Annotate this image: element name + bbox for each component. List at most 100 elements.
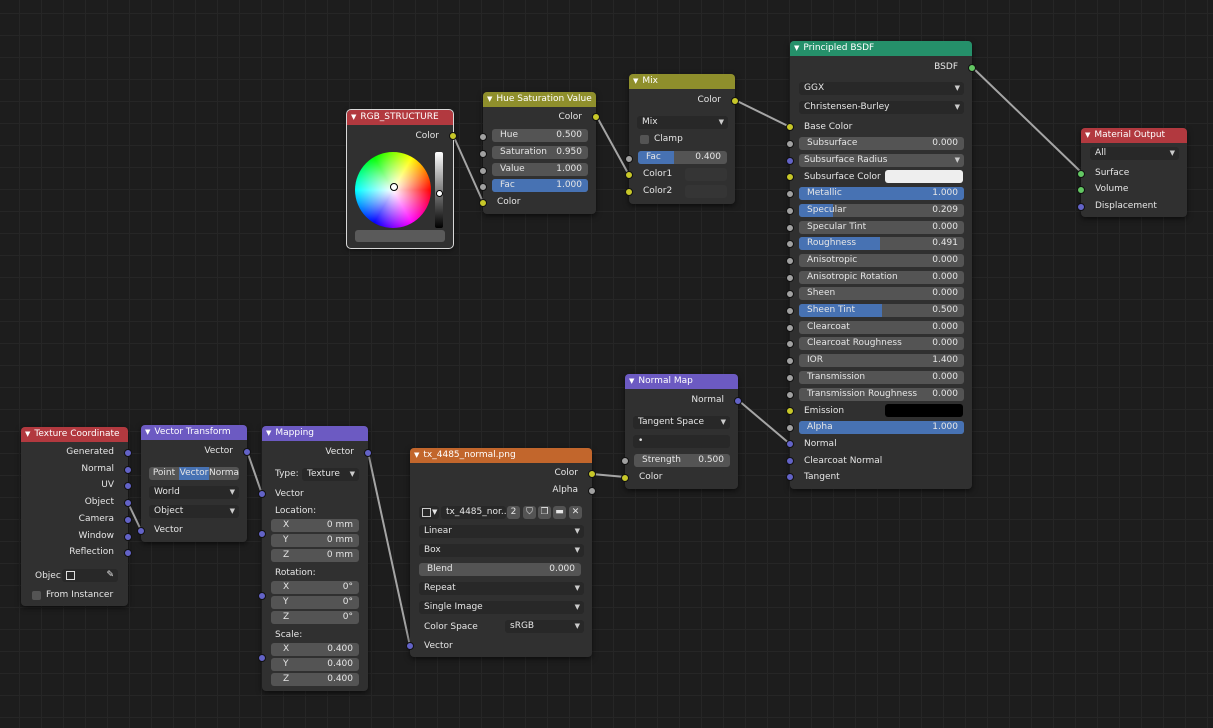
normalmap-space-dropdown[interactable]: Tangent Space ▼ — [633, 416, 730, 429]
from-instancer-checkbox[interactable] — [32, 591, 41, 600]
bsdf-alpha-field[interactable]: Alpha 1.000 — [799, 420, 964, 434]
bsdf-normal-socket[interactable] — [786, 440, 794, 448]
image-texture-node[interactable]: ▼ tx_4485_normal.png Color Alpha ▼ tx_448… — [406, 448, 596, 657]
bsdf-roughness-socket[interactable] — [786, 240, 794, 249]
mapping-location-y-field[interactable]: Y 0 mm — [271, 534, 359, 547]
texcoord-object-picker[interactable]: ✎ — [62, 569, 118, 582]
folder-icon[interactable]: ▬ — [553, 506, 566, 519]
hue-saturation-value-node[interactable]: ▼ Hue Saturation Value Color Hue 0.500 Sat… — [479, 92, 600, 214]
bsdf-subsurface-method-dropdown[interactable]: Christensen-Burley ▼ — [799, 101, 964, 114]
mapping-output-vector-socket[interactable] — [364, 449, 372, 457]
rgb-node[interactable]: ▼ RGB_STRUCTURE Color — [346, 109, 457, 249]
bsdf-anisotropic-field[interactable]: Anisotropic 0.000 — [799, 253, 964, 267]
hsv-node-header[interactable]: ▼ Hue Saturation Value — [483, 92, 596, 107]
collapse-triangle-icon[interactable]: ▼ — [633, 77, 638, 85]
bsdf-anisotropic-socket[interactable] — [786, 256, 794, 265]
mix-fac-field[interactable]: Fac 0.400 — [638, 151, 727, 164]
fake-user-shield-icon[interactable]: ⛉ — [523, 506, 536, 519]
bsdf-sheen-field[interactable]: Sheen 0.000 — [799, 287, 964, 301]
bsdf-specular-tint-field[interactable]: Specular Tint 0.000 — [799, 220, 964, 234]
bsdf-specular-field[interactable]: Specular 0.209 — [799, 203, 964, 217]
texcoord-output-object-socket[interactable] — [124, 499, 132, 508]
bsdf-specular-socket[interactable] — [786, 206, 794, 215]
hsv-hue-socket[interactable] — [479, 133, 487, 141]
texture-coordinate-node[interactable]: ▼ Texture Coordinate Generated Normal UV Obj… — [21, 427, 132, 606]
bsdf-subsurface-color-swatch[interactable] — [885, 170, 963, 184]
bsdf-base-color-socket[interactable] — [786, 123, 794, 131]
bsdf-ior-field[interactable]: IOR 1.400 — [799, 354, 964, 368]
vtrans-type-vector[interactable]: Vector — [179, 467, 209, 480]
rgb-color-swatch[interactable] — [355, 230, 445, 242]
collapse-triangle-icon[interactable]: ▼ — [351, 113, 356, 121]
hsv-value-socket[interactable] — [479, 167, 487, 175]
vtrans-input-vector-socket[interactable] — [137, 527, 145, 535]
mapping-node[interactable]: ▼ Mapping Vector Type: Texture ▼ Vector Lo… — [258, 426, 372, 691]
mapping-scale-y-field[interactable]: Y 0.400 — [271, 658, 359, 671]
hsv-output-color-socket[interactable] — [592, 113, 600, 121]
mix-clamp-checkbox[interactable] — [640, 135, 649, 144]
hsv-fac-socket[interactable] — [479, 183, 487, 191]
collapse-triangle-icon[interactable]: ▼ — [487, 95, 492, 103]
duplicate-icon[interactable]: ❐ — [538, 506, 551, 519]
bsdf-emission-socket[interactable] — [786, 407, 794, 416]
bsdf-roughness-field[interactable]: Roughness 0.491 — [799, 237, 964, 251]
bsdf-alpha-socket[interactable] — [786, 423, 794, 432]
collapse-triangle-icon[interactable]: ▼ — [25, 430, 30, 438]
mix-fac-socket[interactable] — [625, 155, 633, 163]
bsdf-subsurface-field[interactable]: Subsurface 0.000 — [799, 137, 964, 150]
bsdf-distribution-dropdown[interactable]: GGX ▼ — [799, 82, 964, 95]
bsdf-metallic-socket[interactable] — [786, 190, 794, 199]
bsdf-clearcoat-socket[interactable] — [786, 323, 794, 332]
normalmap-input-color-socket[interactable] — [621, 474, 629, 482]
image-output-alpha-socket[interactable] — [588, 487, 596, 495]
bsdf-sheen-socket[interactable] — [786, 290, 794, 299]
bsdf-transmission-field[interactable]: Transmission 0.000 — [799, 370, 964, 384]
mix-output-color-socket[interactable] — [731, 97, 739, 105]
mapping-scale-z-field[interactable]: Z 0.400 — [271, 673, 359, 686]
mapping-rotation-x-field[interactable]: X 0° — [271, 581, 359, 594]
vtrans-to-space-dropdown[interactable]: Object ▼ — [149, 505, 239, 518]
mix-color1-swatch[interactable] — [685, 168, 727, 181]
mapping-type-dropdown[interactable]: Texture ▼ — [302, 468, 359, 481]
vtrans-from-space-dropdown[interactable]: World ▼ — [149, 486, 239, 499]
color-wheel-cursor[interactable] — [390, 183, 398, 191]
texcoord-output-generated-socket[interactable] — [124, 449, 132, 457]
vtrans-node-header[interactable]: ▼ Vector Transform — [141, 425, 247, 440]
hsv-saturation-field[interactable]: Saturation 0.950 — [492, 146, 588, 159]
bsdf-subsurface-color-socket[interactable] — [786, 173, 794, 182]
vector-transform-node[interactable]: ▼ Vector Transform Vector Point Vector No… — [137, 425, 251, 542]
collapse-triangle-icon[interactable]: ▼ — [145, 428, 150, 436]
image-output-color-socket[interactable] — [588, 470, 596, 478]
mix-node[interactable]: ▼ Mix Color Mix ▼ Clamp Fac 0.400 Color1 Co… — [625, 74, 739, 204]
vtrans-type-point[interactable]: Point — [149, 467, 179, 480]
collapse-triangle-icon[interactable]: ▼ — [1085, 131, 1090, 139]
bsdf-clearcoat-normal-socket[interactable] — [786, 457, 794, 465]
mapping-rotation-socket[interactable] — [258, 592, 266, 600]
texcoord-output-normal-socket[interactable] — [124, 465, 132, 474]
rgb-output-color-socket[interactable] — [449, 132, 457, 140]
bsdf-ior-socket[interactable] — [786, 357, 794, 366]
output-volume-socket[interactable] — [1077, 186, 1085, 194]
image-projection-dropdown[interactable]: Box ▼ — [419, 544, 584, 557]
mix-color1-socket[interactable] — [625, 171, 633, 179]
bsdf-anisotropic-rotation-socket[interactable] — [786, 273, 794, 282]
mix-blend-mode-dropdown[interactable]: Mix ▼ — [637, 116, 728, 129]
mapping-node-header[interactable]: ▼ Mapping — [262, 426, 368, 441]
rgb-node-header[interactable]: ▼ RGB_STRUCTURE — [347, 110, 453, 125]
hsv-fac-field[interactable]: Fac 1.000 — [492, 179, 588, 192]
bsdf-specular-tint-socket[interactable] — [786, 223, 794, 232]
material-output-node[interactable]: ▼ Material Output All ▼ Surface Volume Dis… — [1077, 128, 1187, 217]
vtrans-output-vector-socket[interactable] — [243, 448, 251, 456]
bsdf-clearcoat-roughness-socket[interactable] — [786, 340, 794, 349]
mapping-location-z-field[interactable]: Z 0 mm — [271, 549, 359, 562]
bsdf-subsurface-radius-socket[interactable] — [786, 156, 794, 165]
collapse-triangle-icon[interactable]: ▼ — [266, 429, 271, 437]
bsdf-sheen-tint-socket[interactable] — [786, 307, 794, 315]
bsdf-subsurface-socket[interactable] — [786, 140, 794, 148]
hsv-saturation-socket[interactable] — [479, 150, 487, 158]
texcoord-output-uv-socket[interactable] — [124, 482, 132, 491]
image-color-space-dropdown[interactable]: sRGB ▼ — [505, 620, 584, 633]
hsv-hue-field[interactable]: Hue 0.500 — [492, 129, 588, 142]
bsdf-output-socket[interactable] — [968, 64, 976, 72]
bsdf-node-header[interactable]: ▼ Principled BSDF — [790, 41, 972, 56]
